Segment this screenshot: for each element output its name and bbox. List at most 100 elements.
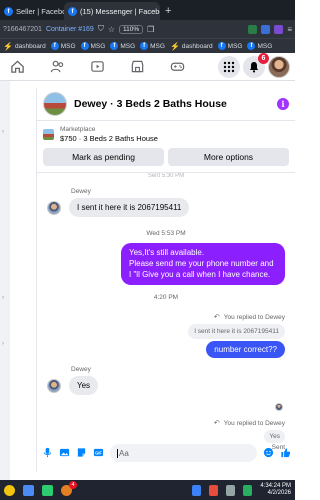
reply-arrow-icon: ↶ (213, 314, 220, 322)
marketplace-listing-card[interactable]: Marketplace $750 · 3 Beds 2 Baths House (37, 121, 295, 143)
facebook-favicon-icon: f (4, 6, 13, 16)
info-icon[interactable]: i (277, 98, 289, 110)
incoming-message-group: Dewey I sent it here it is 2067195411 (37, 188, 295, 217)
extension-icon[interactable] (261, 24, 271, 34)
bookmark-msg[interactable]: f MSG (110, 42, 135, 50)
grid-icon (223, 61, 235, 73)
tab-label: Seller | Facebook (16, 6, 64, 16)
facebook-favicon-icon: f (68, 6, 77, 16)
marketplace-icon[interactable] (124, 54, 150, 80)
app-icon[interactable] (42, 484, 53, 496)
chat-title[interactable]: Dewey · 3 Beds 2 Baths House (74, 98, 227, 110)
svg-text:GIF: GIF (95, 450, 102, 455)
image-icon[interactable] (59, 447, 70, 460)
url-text[interactable]: ?166467201 (3, 26, 42, 33)
left-sidebar-edge: › › › (0, 81, 10, 500)
bookmark-msg[interactable]: f MSG (247, 42, 272, 50)
bookmark-icon: ⚡ (3, 41, 13, 51)
menu-grid-button[interactable] (218, 56, 240, 78)
incoming-message[interactable]: I sent it here it is 2067195411 (69, 198, 190, 217)
incoming-message-group: Dewey Yes (37, 366, 295, 396)
bookmark-dashboard[interactable]: ⚡ dashboard (170, 42, 213, 51)
bookmark-icon[interactable]: ❒ (147, 25, 154, 34)
sender-name: Dewey (71, 188, 91, 195)
collapsed-arrow-icon: › (2, 295, 4, 301)
chat-header: Dewey · 3 Beds 2 Baths House i (37, 88, 295, 121)
listing-actions: Mark as pending More options (37, 143, 295, 166)
bookmark-msg[interactable]: f MSG (80, 42, 105, 50)
app-icon[interactable] (4, 484, 15, 496)
mark-as-pending-button[interactable]: Mark as pending (43, 148, 164, 166)
home-icon[interactable] (4, 54, 30, 80)
facebook-favicon-icon: f (140, 42, 149, 50)
app-icon[interactable] (243, 484, 253, 496)
extension-icon[interactable] (248, 24, 258, 34)
bell-icon (249, 62, 259, 73)
listing-label: Marketplace (60, 126, 96, 133)
collapsed-arrow-icon: › (2, 341, 4, 347)
address-bar: ?166467201 Container #169 ⛉ ☆ 110% ❒ ≡ (0, 20, 295, 38)
more-options-button[interactable]: More options (168, 148, 289, 166)
text-caret (117, 448, 118, 458)
tab-messenger[interactable]: f (15) Messenger | Facebook ✕ (64, 2, 160, 20)
bookmark-dashboard[interactable]: ⚡ dashboard (3, 42, 46, 51)
system-clock[interactable]: 4:34:24 PM 4/2/2026 (260, 483, 291, 498)
facebook-favicon-icon: f (50, 42, 59, 50)
bookmark-msg[interactable]: f MSG (50, 42, 76, 50)
facebook-favicon-icon: f (217, 42, 226, 50)
bookmarks-bar: ⚡ dashboard f MSG f MSG f MSG f MSG ⚡ dashboar… (0, 38, 295, 53)
browser-tab-strip: f Seller | Facebook f (15) Messenger | F… (0, 0, 295, 20)
chat-window: Dewey · 3 Beds 2 Baths House i Marketpla… (36, 88, 295, 472)
message-placeholder: Aa (119, 448, 129, 458)
listing-thumbnail (43, 129, 54, 140)
listing-avatar[interactable] (43, 92, 67, 116)
clock-time: 4:34:24 PM (260, 482, 291, 489)
tab-label: (15) Messenger | Facebook (80, 6, 160, 16)
reply-note-text: You replied to Dewey (223, 313, 285, 321)
shield-icon[interactable]: ⛉ (98, 24, 104, 34)
emoji-icon[interactable] (263, 447, 274, 460)
bookmark-msg[interactable]: f MSG (217, 42, 242, 50)
app-icon[interactable]: 4 (61, 480, 77, 496)
friends-icon[interactable] (44, 54, 70, 80)
gif-icon[interactable]: GIF (93, 447, 104, 460)
app-icon[interactable] (226, 484, 236, 496)
sender-avatar[interactable] (47, 378, 61, 393)
outgoing-message[interactable]: number correct?? (206, 341, 285, 359)
container-label[interactable]: Container #169 (46, 26, 94, 33)
microphone-icon[interactable] (42, 447, 53, 460)
quoted-message[interactable]: I sent it here it is 2067195411 (188, 324, 285, 340)
notifications-button[interactable]: 6 (243, 53, 269, 78)
new-tab-button[interactable]: + (160, 2, 176, 20)
facebook-favicon-icon: f (110, 42, 119, 50)
extension-icon[interactable] (274, 24, 284, 34)
watch-icon[interactable] (84, 54, 110, 80)
message-composer: GIF Aa (37, 438, 296, 468)
outgoing-message[interactable]: Yes,It's still available. Please send me… (121, 243, 285, 286)
thumbs-up-icon[interactable] (280, 447, 291, 460)
collapsed-arrow-icon: › (2, 129, 4, 135)
taskbar-badge: 4 (69, 480, 77, 489)
bookmark-msg[interactable]: f MSG (140, 42, 165, 50)
zoom-indicator[interactable]: 110% (118, 24, 144, 34)
incoming-message[interactable]: Yes (69, 376, 99, 396)
menu-icon[interactable]: ≡ (287, 25, 292, 34)
timestamp: 4:20 PM (153, 294, 179, 302)
sender-avatar[interactable] (47, 200, 61, 215)
reply-arrow-icon: ↶ (213, 420, 220, 428)
facebook-favicon-icon: f (80, 42, 89, 50)
reply-note-text: You replied to Dewey (223, 419, 285, 427)
windows-taskbar: 4 4:34:24 PM 4/2/2026 (0, 480, 295, 500)
app-icon[interactable] (209, 484, 219, 496)
facebook-favicon-icon: f (247, 42, 256, 50)
tab-seller[interactable]: f Seller | Facebook (0, 2, 64, 20)
message-input[interactable]: Aa (110, 444, 257, 462)
gaming-icon[interactable] (164, 54, 190, 80)
app-icon[interactable] (23, 484, 34, 496)
clock-date: 4/2/2026 (267, 490, 291, 496)
profile-avatar[interactable] (268, 56, 290, 78)
sticker-icon[interactable] (76, 447, 87, 460)
windows-icon[interactable] (192, 484, 202, 496)
star-icon[interactable]: ☆ (108, 25, 115, 34)
bookmark-icon: ⚡ (169, 41, 180, 51)
